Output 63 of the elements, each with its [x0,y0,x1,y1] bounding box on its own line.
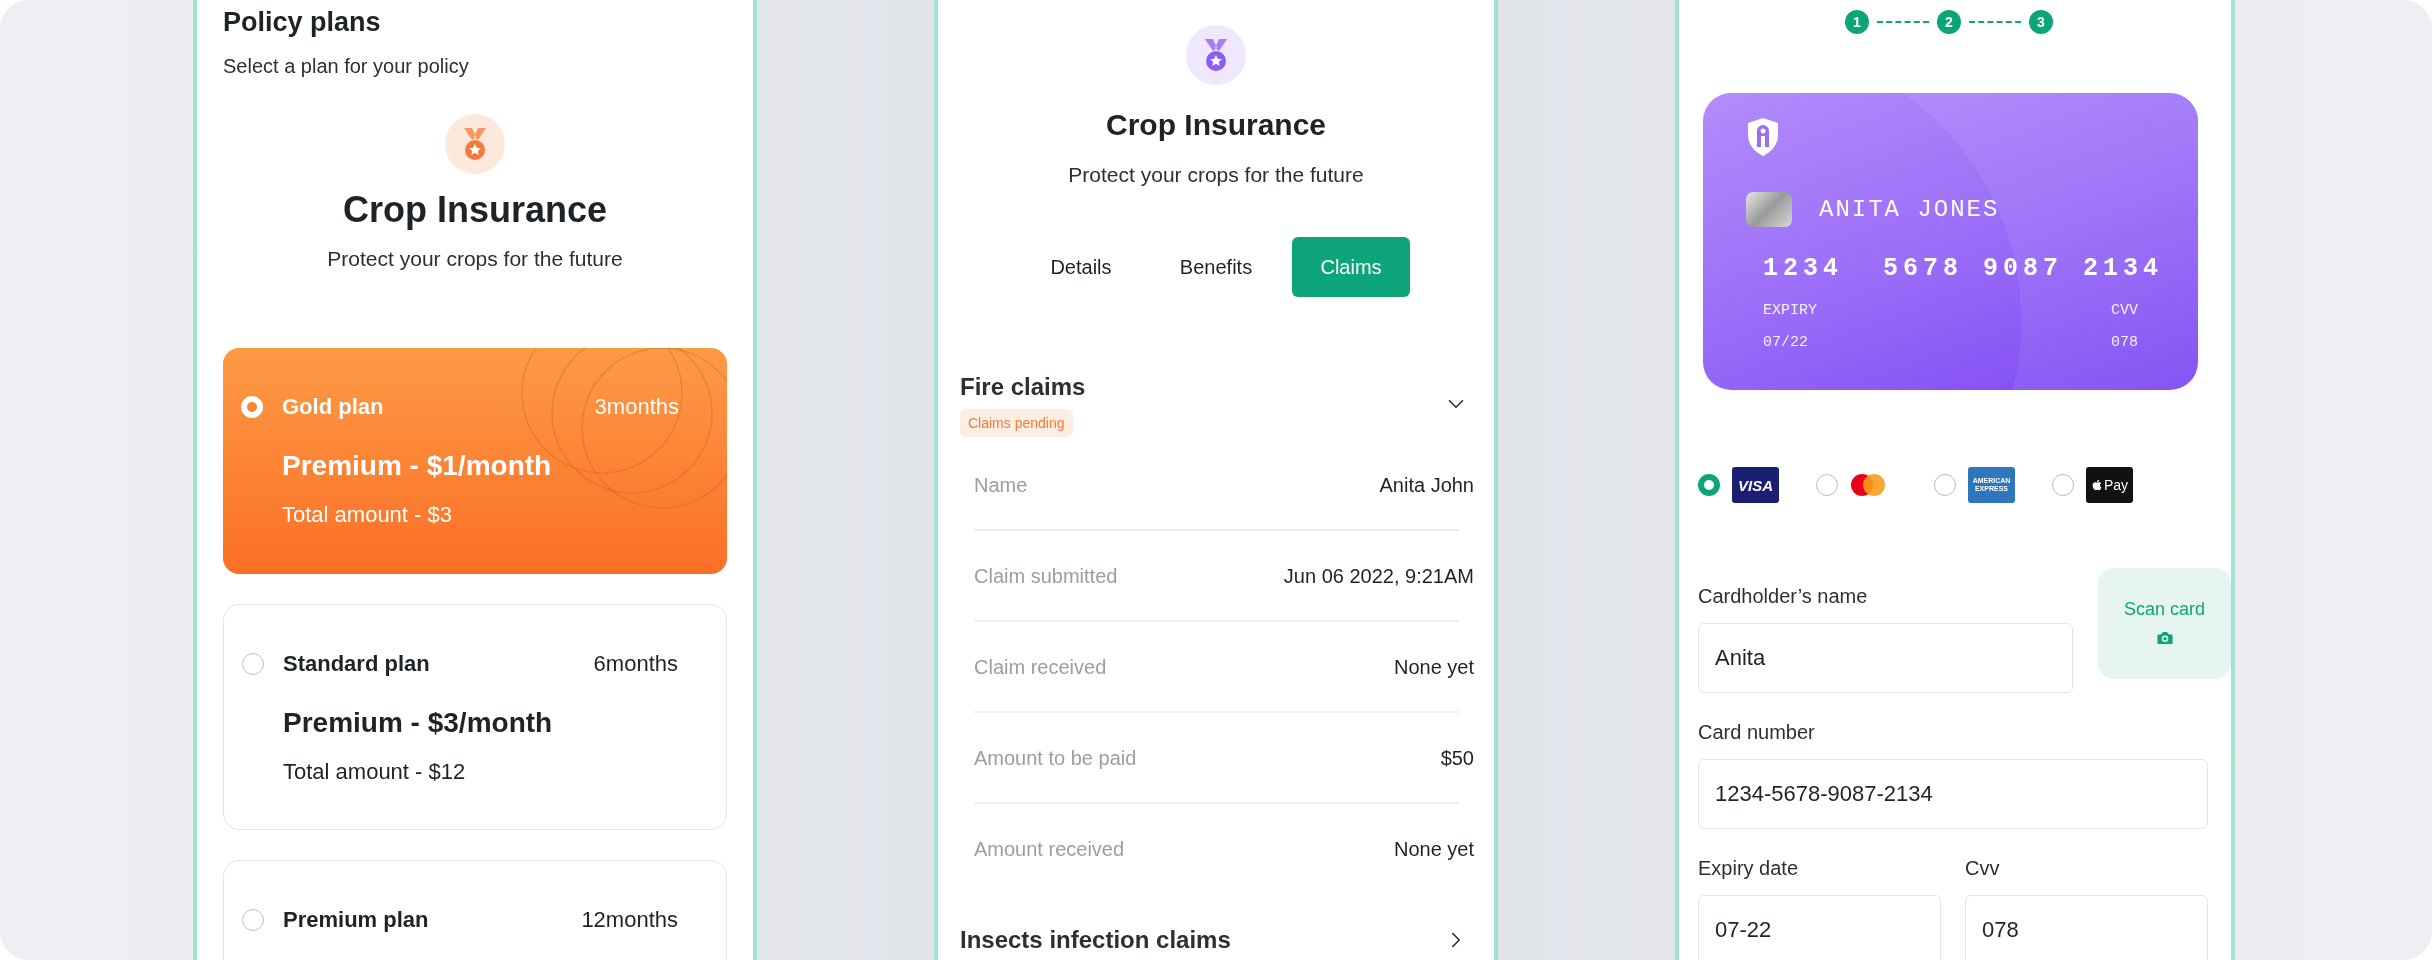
expiry-caption: EXPIRY [1763,301,1817,321]
claim-group-title[interactable]: Insects infection claims [960,923,1231,957]
plan-card[interactable]: Premium plan 12months [223,860,727,960]
detail-label: Name [974,473,1028,498]
plan-duration: 12months [581,906,678,934]
cvv-caption: CVV [2111,301,2138,321]
detail-value: $50 [1440,746,1474,771]
card-brand-logo: Pay [2086,467,2133,503]
tab[interactable]: Benefits [1157,237,1275,297]
step-indicator: 2 [1937,10,1961,34]
detail-label: Amount received [974,837,1125,862]
cvv-value: 078 [2111,333,2138,353]
page-title: Policy plans [223,6,382,39]
expiry-value: 07/22 [1763,333,1808,353]
detail-value: None yet [1393,837,1474,862]
shield-logo-icon [1746,117,1780,157]
plan-duration: 6months [593,650,678,678]
plan-premium: Premium - $3/month [283,706,554,740]
input-field[interactable]: Anita [1698,623,2073,693]
card-number: 1234 5678 9087 2134 [1763,253,2164,285]
plan-name: Gold plan [282,393,385,421]
card-chip-icon [1746,192,1792,227]
field-label: Expiry date [1698,856,1800,881]
plan-card[interactable]: Standard plan 6months Premium - $3/month Total amount - $12 [223,604,727,830]
step-indicator: 1 [1845,10,1869,34]
plan-name: Standard plan [283,650,431,678]
plan-premium: Premium - $1/month [282,449,553,483]
detail-value: Anita John [1379,473,1474,498]
detail-value: Jun 06 2022, 9:21AM [1283,564,1474,589]
detail-value: None yet [1393,655,1474,680]
product-subtitle: Protect your crops for the future [327,246,623,272]
overlapping-circles-logo [1850,473,1886,497]
detail-label: Claim received [974,655,1107,680]
input-field[interactable]: 1234-5678-9087-2134 [1698,759,2208,829]
input-field[interactable]: 07-22 [1698,895,1941,960]
medal-icon [461,127,489,161]
radio-button[interactable] [2052,474,2074,496]
product-title: Crop Insurance [1105,107,1327,143]
page-subtitle: Select a plan for your policy [223,54,470,79]
field-label: Card number [1698,720,1816,745]
plan-duration: 3months [594,393,679,421]
radio-button[interactable] [1698,474,1720,496]
field-label: Cvv [1965,856,2001,881]
product-title: Crop Insurance [342,188,608,232]
radio-button[interactable] [1934,474,1956,496]
detail-label: Amount to be paid [974,746,1137,771]
product-subtitle: Protect your crops for the future [1068,162,1364,188]
plan-total: Total amount - $3 [282,501,453,529]
radio-button[interactable] [242,909,264,931]
field-label: Cardholder’s name [1698,584,1869,609]
input-field[interactable]: 078 [1965,895,2208,960]
tab[interactable]: Details [1022,237,1140,297]
status-badge: Claims pending [960,409,1073,437]
radio-button[interactable] [1816,474,1838,496]
plan-total: Total amount - $12 [283,758,467,786]
radio-button[interactable] [242,653,264,675]
cardholder-name: ANITA JONES [1819,196,2000,223]
card-brand-logo: VISA [1732,467,1779,503]
step-indicator: 3 [2029,10,2053,34]
plan-name: Premium plan [283,906,430,934]
medal-icon [1202,38,1230,72]
detail-label: Claim submitted [974,564,1118,589]
claim-group-title[interactable]: Fire claims [960,370,1086,404]
